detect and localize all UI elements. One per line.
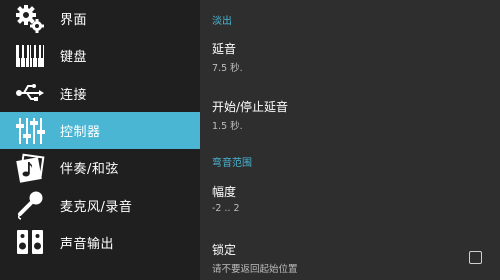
pref-title: 延音 bbox=[212, 42, 237, 56]
pref-sustain[interactable]: 延音 7.5 秒. bbox=[212, 40, 500, 74]
pref-title: 开始/停止延音 bbox=[212, 100, 289, 114]
sidebar-item-controller[interactable]: 控制器 bbox=[0, 111, 200, 150]
sidebar-item-connection[interactable]: 连接 bbox=[0, 75, 200, 112]
sidebar-item-audio-output[interactable]: 声音输出 bbox=[0, 224, 200, 261]
sidebar-item-microphone[interactable]: 麦克风/录音 bbox=[0, 186, 200, 223]
settings-content: 淡出 延音 7.5 秒. 开始/停止延音 1.5 秒. 弯音范围 幅度 -2 .… bbox=[200, 0, 500, 280]
pref-summary: 1.5 秒. bbox=[212, 121, 243, 132]
section-header-fade: 淡出 bbox=[212, 16, 232, 27]
sidebar-item-label: 控制器 bbox=[60, 125, 101, 141]
settings-window: 界面 键盘 连接 控制器 伴奏/和弦 麦克风/录音 声音输出 淡出 延音 7.5… bbox=[0, 0, 500, 280]
speakers-icon bbox=[14, 227, 46, 257]
pref-title: 幅度 bbox=[212, 185, 237, 199]
pref-summary: 请不要返回起始位置 bbox=[212, 264, 298, 275]
lock-checkbox[interactable] bbox=[469, 251, 482, 264]
sidebar-item-label: 连接 bbox=[60, 87, 88, 103]
sidebar-item-label: 声音输出 bbox=[60, 236, 115, 252]
section-header-pitch-bend: 弯音范围 bbox=[212, 158, 252, 169]
pref-summary: 7.5 秒. bbox=[212, 63, 243, 74]
sidebar: 界面 键盘 连接 控制器 伴奏/和弦 麦克风/录音 声音输出 bbox=[0, 0, 200, 280]
sidebar-item-accompaniment[interactable]: 伴奏/和弦 bbox=[0, 149, 200, 186]
gears-icon bbox=[14, 4, 46, 34]
sidebar-item-label: 键盘 bbox=[60, 50, 88, 66]
pref-start-stop-sustain[interactable]: 开始/停止延音 1.5 秒. bbox=[212, 98, 500, 132]
music-note-icon bbox=[14, 153, 46, 183]
usb-icon bbox=[14, 78, 46, 108]
microphone-icon bbox=[14, 190, 46, 220]
sliders-icon bbox=[14, 116, 46, 146]
sidebar-item-label: 伴奏/和弦 bbox=[60, 162, 119, 178]
sidebar-item-label: 界面 bbox=[60, 13, 88, 29]
pref-range[interactable]: 幅度 -2 .. 2 bbox=[212, 183, 500, 214]
sidebar-item-label: 麦克风/录音 bbox=[60, 199, 133, 215]
pref-lock[interactable]: 锁定 请不要返回起始位置 bbox=[212, 241, 500, 275]
pref-summary: -2 .. 2 bbox=[212, 203, 240, 214]
sidebar-item-keyboard[interactable]: 键盘 bbox=[0, 37, 200, 74]
pref-title: 锁定 bbox=[212, 243, 237, 257]
sidebar-item-interface[interactable]: 界面 bbox=[0, 0, 200, 37]
piano-keys-icon bbox=[14, 41, 46, 71]
